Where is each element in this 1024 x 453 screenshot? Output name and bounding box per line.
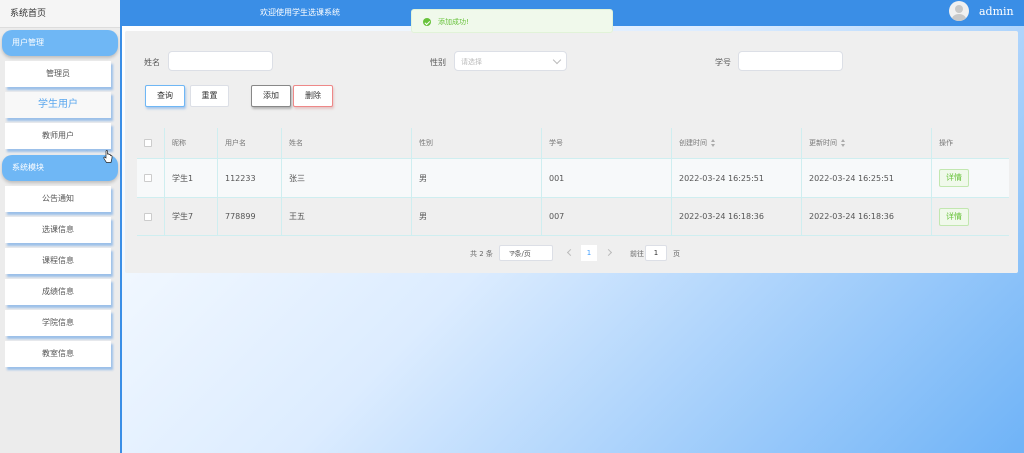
sidebar-item-teacher-users[interactable]: 教师用户 (5, 123, 111, 149)
cell-updated: 2022-03-24 16:18:36 (802, 198, 932, 235)
goto-label: 前往 (630, 250, 644, 258)
sidebar-group-system-modules[interactable]: 系统模块 (2, 155, 118, 181)
gender-select[interactable]: 请选择 (454, 51, 567, 71)
next-page-button[interactable] (603, 245, 617, 261)
sidebar-item-admin[interactable]: 管理员 (5, 61, 111, 87)
name-label: 姓名 (144, 58, 160, 67)
col-student-no: 学号 (542, 128, 672, 158)
cell-gender: 男 (412, 159, 542, 197)
delete-button[interactable]: 删除 (293, 85, 333, 107)
student-no-label: 学号 (715, 58, 731, 67)
cell-gender: 男 (412, 198, 542, 235)
col-created-label: 创建时间 (679, 139, 707, 147)
user-name[interactable]: admin (979, 5, 1014, 18)
col-name: 姓名 (282, 128, 412, 158)
name-input[interactable] (168, 51, 273, 71)
page-number-current[interactable]: 1 (581, 245, 597, 261)
cell-username: 112233 (218, 159, 282, 197)
add-button[interactable]: 添加 (251, 85, 291, 107)
col-gender: 性别 (412, 128, 542, 158)
chevron-down-icon (552, 55, 562, 65)
success-toast: 添加成功! (411, 9, 613, 33)
sidebar-item-colleges[interactable]: 学院信息 (5, 310, 111, 336)
cell-nickname: 学生1 (165, 159, 218, 197)
cell-student-no: 007 (542, 198, 672, 235)
sort-icon[interactable] (841, 139, 846, 147)
col-updated[interactable]: 更新时间 (802, 128, 932, 158)
select-all-checkbox[interactable] (144, 139, 152, 147)
query-button[interactable]: 查询 (145, 85, 185, 107)
reset-button[interactable]: 重置 (190, 85, 229, 107)
gender-label: 性别 (430, 58, 446, 67)
prev-page-button[interactable] (563, 245, 577, 261)
cell-created: 2022-03-24 16:18:36 (672, 198, 802, 235)
row-checkbox[interactable] (144, 212, 152, 221)
main-area: 姓名 性别 请选择 学号 查询 重置 添加 删除 昵称 用户名 姓名 性别 学号… (122, 26, 1024, 453)
col-created[interactable]: 创建时间 (672, 128, 802, 158)
page-suffix-label: 页 (673, 250, 680, 258)
cell-updated: 2022-03-24 16:25:51 (802, 159, 932, 197)
col-actions: 操作 (939, 139, 953, 147)
table-row: 学生7 778899 王五 男 007 2022-03-24 16:18:36 … (137, 198, 1009, 236)
sidebar-item-courses[interactable]: 课程信息 (5, 248, 111, 274)
toast-message: 添加成功! (438, 18, 469, 26)
content-card: 姓名 性别 请选择 学号 查询 重置 添加 删除 昵称 用户名 姓名 性别 学号… (125, 31, 1018, 273)
sort-icon[interactable] (711, 139, 716, 147)
row-checkbox[interactable] (144, 174, 152, 182)
sidebar: 系统首页 用户管理 管理员 学生用户 教师用户 系统模块 公告通知 选课信息 课… (0, 0, 122, 453)
check-circle-icon (423, 18, 431, 26)
detail-button[interactable]: 详情 (939, 169, 969, 187)
table-row: 学生1 112233 张三 男 001 2022-03-24 16:25:51 … (137, 159, 1009, 198)
detail-button[interactable]: 详情 (939, 207, 969, 226)
cell-name: 张三 (282, 159, 412, 197)
col-nickname: 昵称 (165, 128, 218, 158)
sidebar-home[interactable]: 系统首页 (0, 0, 120, 28)
table-header-row: 昵称 用户名 姓名 性别 学号 创建时间 更新时间 操作 (137, 128, 1009, 159)
cell-created: 2022-03-24 16:25:51 (672, 159, 802, 197)
avatar-icon[interactable] (949, 1, 969, 21)
cell-student-no: 001 (542, 159, 672, 197)
cell-username: 778899 (218, 198, 282, 235)
header-title: 欢迎使用学生选课系统 (260, 8, 340, 17)
cell-name: 王五 (282, 198, 412, 235)
col-updated-label: 更新时间 (809, 139, 837, 147)
goto-page-input[interactable]: 1 (645, 245, 667, 261)
col-username: 用户名 (218, 128, 282, 158)
pagination-total: 共 2 条 (470, 250, 493, 258)
page-size-select[interactable]: 7条/页 (499, 245, 553, 261)
sidebar-item-grades[interactable]: 成绩信息 (5, 279, 111, 305)
sidebar-item-student-users[interactable]: 学生用户 (5, 92, 111, 118)
student-no-input[interactable] (738, 51, 843, 71)
sidebar-item-course-selection[interactable]: 选课信息 (5, 217, 111, 243)
arrow-left-icon (566, 248, 575, 257)
cell-nickname: 学生7 (165, 198, 218, 235)
hand-cursor-icon (103, 150, 113, 163)
sidebar-item-announcements[interactable]: 公告通知 (5, 186, 111, 212)
sidebar-item-classrooms[interactable]: 教室信息 (5, 341, 111, 367)
gender-placeholder: 请选择 (461, 58, 482, 66)
arrow-right-icon (604, 248, 613, 257)
sidebar-group-user-management[interactable]: 用户管理 (2, 30, 118, 56)
